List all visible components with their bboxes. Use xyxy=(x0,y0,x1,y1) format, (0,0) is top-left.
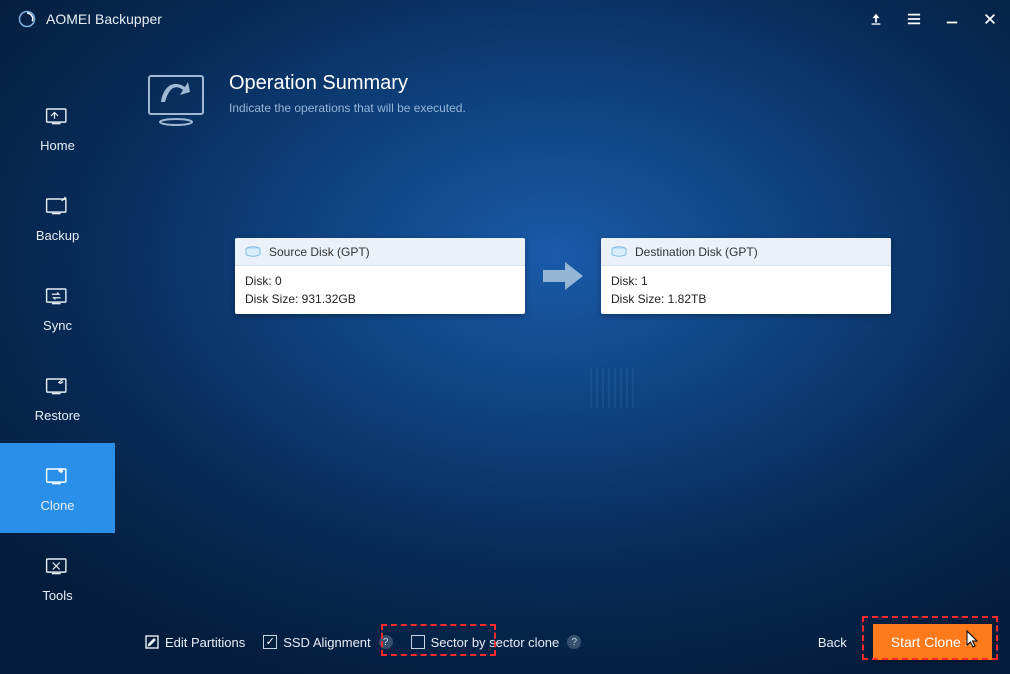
sidebar-item-backup[interactable]: Backup xyxy=(0,173,115,263)
source-disk-title: Source Disk (GPT) xyxy=(269,245,370,259)
app-body: Home Backup Sync Restore xyxy=(0,38,1010,674)
disk-icon xyxy=(245,246,261,258)
upgrade-icon[interactable] xyxy=(866,9,886,29)
sidebar-item-restore[interactable]: Restore xyxy=(0,353,115,443)
sidebar-item-label: Sync xyxy=(43,318,72,333)
summary-icon xyxy=(145,72,207,128)
edit-partitions-label: Edit Partitions xyxy=(165,635,245,650)
source-disk-card[interactable]: Source Disk (GPT) Disk: 0 Disk Size: 931… xyxy=(235,238,525,314)
header-text: Operation Summary Indicate the operation… xyxy=(229,72,466,115)
sidebar-item-tools[interactable]: Tools xyxy=(0,533,115,623)
back-button[interactable]: Back xyxy=(818,635,847,650)
destination-disk-title: Destination Disk (GPT) xyxy=(635,245,758,259)
checkbox-icon xyxy=(263,635,277,649)
sidebar-item-home[interactable]: Home xyxy=(0,83,115,173)
footer-options: Edit Partitions SSD Alignment ? Sector b… xyxy=(145,635,581,650)
destination-disk-card[interactable]: Destination Disk (GPT) Disk: 1 Disk Size… xyxy=(601,238,891,314)
sidebar-item-sync[interactable]: Sync xyxy=(0,263,115,353)
clone-icon xyxy=(44,464,72,488)
sidebar-item-label: Tools xyxy=(42,588,72,603)
disk-icon xyxy=(611,246,627,258)
sidebar-item-label: Home xyxy=(40,138,75,153)
tools-icon xyxy=(44,554,72,578)
title-bar-left: AOMEI Backupper xyxy=(18,10,162,28)
title-bar-controls xyxy=(866,9,1000,29)
sync-icon xyxy=(44,284,72,308)
page-subtitle: Indicate the operations that will be exe… xyxy=(229,101,466,115)
sector-clone-checkbox[interactable]: Sector by sector clone ? xyxy=(411,635,582,650)
source-disk-body: Disk: 0 Disk Size: 931.32GB xyxy=(235,266,525,314)
app-window: AOMEI Backupper Home xyxy=(0,0,1010,674)
destination-disk-body: Disk: 1 Disk Size: 1.82TB xyxy=(601,266,891,314)
sidebar-item-label: Restore xyxy=(35,408,81,423)
close-button[interactable] xyxy=(980,9,1000,29)
checkbox-icon xyxy=(411,635,425,649)
home-icon xyxy=(44,104,72,128)
ssd-alignment-checkbox[interactable]: SSD Alignment ? xyxy=(263,635,392,650)
app-title: AOMEI Backupper xyxy=(46,11,162,27)
source-disk-number: Disk: 0 xyxy=(245,272,515,290)
menu-icon[interactable] xyxy=(904,9,924,29)
edit-partitions-button[interactable]: Edit Partitions xyxy=(145,635,245,650)
destination-disk-number: Disk: 1 xyxy=(611,272,881,290)
backup-icon xyxy=(44,194,72,218)
start-clone-button[interactable]: Start Clone ›› xyxy=(873,624,992,660)
edit-icon xyxy=(145,635,159,649)
main-panel: Operation Summary Indicate the operation… xyxy=(115,38,1010,674)
page-title: Operation Summary xyxy=(229,72,466,95)
source-disk-size: Disk Size: 931.32GB xyxy=(245,290,515,308)
destination-disk-header: Destination Disk (GPT) xyxy=(601,238,891,266)
sector-clone-label: Sector by sector clone xyxy=(431,635,560,650)
sidebar-item-label: Backup xyxy=(36,228,79,243)
ssd-alignment-label: SSD Alignment xyxy=(283,635,370,650)
sidebar-item-label: Clone xyxy=(41,498,75,513)
destination-disk-size: Disk Size: 1.82TB xyxy=(611,290,881,308)
help-icon[interactable]: ? xyxy=(379,635,393,649)
arrow-glow-decoration xyxy=(585,368,645,408)
footer-bar: Edit Partitions SSD Alignment ? Sector b… xyxy=(115,610,1010,674)
page-header: Operation Summary Indicate the operation… xyxy=(145,72,1010,128)
disk-summary-row: Source Disk (GPT) Disk: 0 Disk Size: 931… xyxy=(235,238,990,314)
app-logo-icon xyxy=(18,10,36,28)
restore-icon xyxy=(44,374,72,398)
sidebar: Home Backup Sync Restore xyxy=(0,38,115,674)
start-clone-label: Start Clone ›› xyxy=(891,634,974,650)
source-disk-header: Source Disk (GPT) xyxy=(235,238,525,266)
title-bar: AOMEI Backupper xyxy=(0,0,1010,38)
arrow-icon xyxy=(539,260,587,292)
sidebar-item-clone[interactable]: Clone xyxy=(0,443,115,533)
help-icon[interactable]: ? xyxy=(567,635,581,649)
minimize-button[interactable] xyxy=(942,9,962,29)
